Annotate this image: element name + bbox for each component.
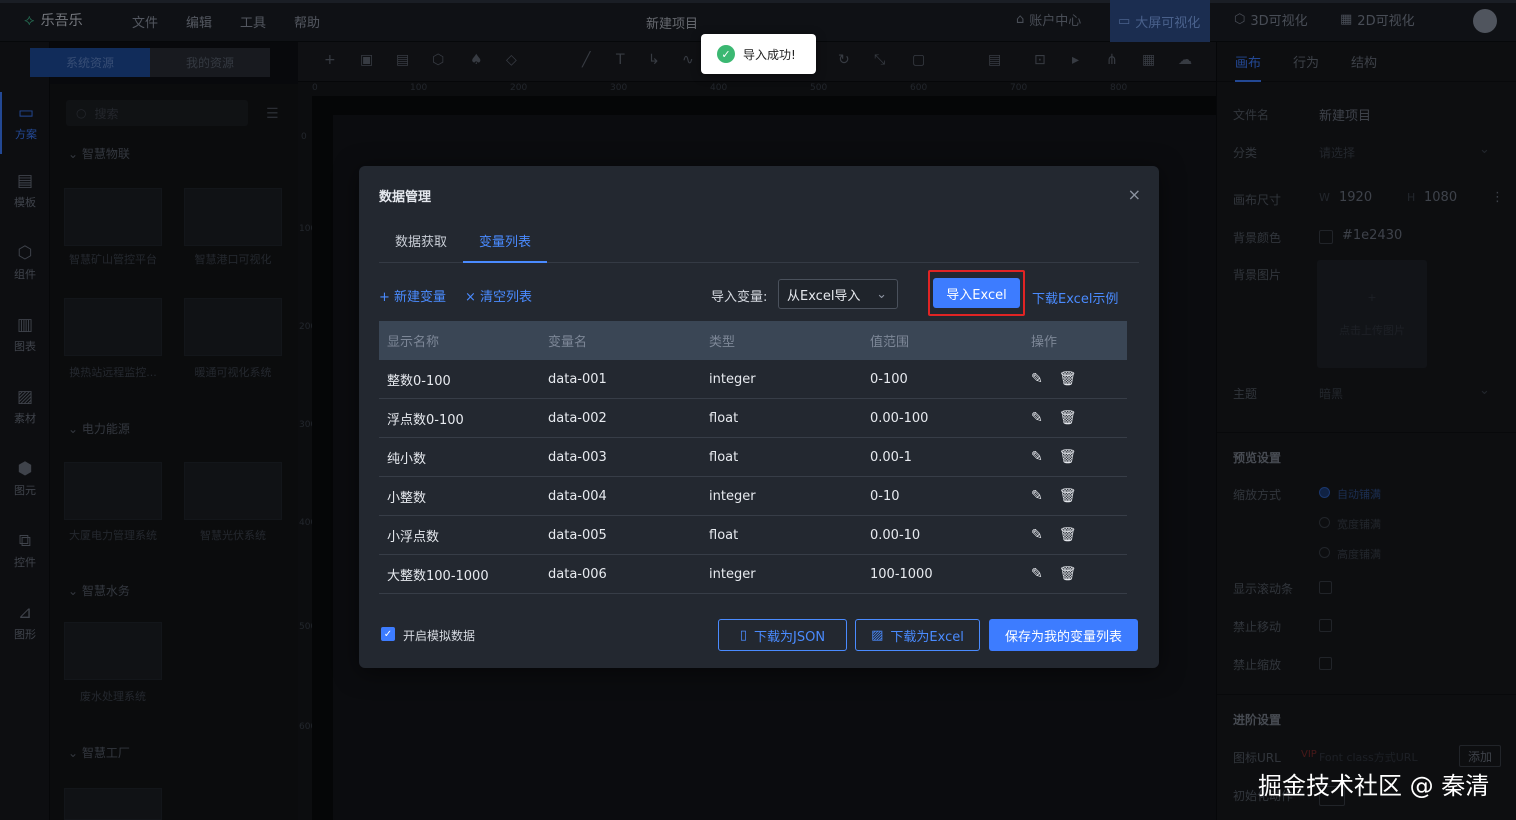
excel-file-icon: ▨ (871, 627, 884, 643)
import-source-value: 从Excel导入 (787, 288, 861, 304)
table-row: 纯小数 data-003 float 0.00-1 ✎ 🗑 (379, 438, 1127, 477)
clear-list-link[interactable]: × 清空列表 (465, 286, 532, 305)
tab-data-fetch[interactable]: 数据获取 (379, 228, 463, 263)
data-management-dialog: 数据管理 × 数据获取 变量列表 + 新建变量 × 清空列表 导入变量: 从Ex… (359, 166, 1159, 668)
cell-display-name: 纯小数 (387, 451, 427, 467)
trash-icon[interactable]: 🗑 (1059, 566, 1077, 582)
cell-actions: ✎ 🗑 (1023, 410, 1127, 426)
cell-actions: ✎ 🗑 (1023, 449, 1127, 465)
watermark: 掘金技术社区 @ 秦清 (1258, 772, 1490, 800)
download-excel-button[interactable]: ▨ 下载为Excel (855, 619, 980, 651)
cell-range: 0-10 (870, 488, 900, 504)
edit-icon[interactable]: ✎ (1031, 449, 1043, 465)
import-source-select[interactable]: 从Excel导入 ⌄ (778, 279, 898, 309)
cell-variable-name: data-004 (548, 488, 607, 504)
column-header: 类型 (709, 335, 736, 350)
table-row: 整数0-100 data-001 integer 0-100 ✎ 🗑 (379, 360, 1127, 399)
cell-range: 100-1000 (870, 566, 933, 582)
mock-data-checkbox[interactable]: ✓ (381, 627, 395, 641)
tab-variable-list[interactable]: 变量列表 (463, 228, 548, 263)
trash-icon[interactable]: 🗑 (1059, 410, 1077, 426)
cell-type: integer (709, 488, 756, 504)
success-toast: ✓ 导入成功! (701, 34, 816, 74)
close-icon[interactable]: × (1128, 185, 1141, 204)
cell-variable-name: data-002 (548, 410, 607, 426)
cell-display-name: 小浮点数 (387, 529, 440, 545)
table-row: 小整数 data-004 integer 0-10 ✎ 🗑 (379, 477, 1127, 516)
table-row: 小浮点数 data-005 float 0.00-10 ✎ 🗑 (379, 516, 1127, 555)
edit-icon[interactable]: ✎ (1031, 527, 1043, 543)
variable-table: 显示名称 变量名 类型 值范围 操作 整数0-100 data-001 inte… (379, 321, 1127, 594)
trash-icon[interactable]: 🗑 (1059, 527, 1077, 543)
edit-icon[interactable]: ✎ (1031, 410, 1043, 426)
trash-icon[interactable]: 🗑 (1059, 449, 1077, 465)
edit-icon[interactable]: ✎ (1031, 566, 1043, 582)
import-variable-label: 导入变量: (711, 290, 768, 305)
cell-display-name: 整数0-100 (387, 373, 451, 389)
check-circle-icon: ✓ (717, 45, 735, 63)
dialog-tabs: 数据获取 变量列表 (379, 228, 1139, 263)
column-header: 变量名 (548, 335, 588, 350)
cell-actions: ✎ 🗑 (1023, 488, 1127, 504)
cell-variable-name: data-003 (548, 449, 607, 465)
column-header: 值范围 (870, 335, 910, 350)
download-excel-sample-link[interactable]: 下载Excel示例 (1032, 288, 1118, 307)
cell-type: float (709, 449, 739, 465)
dialog-title: 数据管理 (379, 190, 432, 205)
button-label: 下载为JSON (754, 629, 826, 645)
import-excel-button[interactable]: 导入Excel (933, 278, 1020, 308)
cell-actions: ✎ 🗑 (1023, 371, 1127, 387)
toast-message: 导入成功! (743, 47, 796, 62)
table-row: 大整数100-1000 data-006 integer 100-1000 ✎ 🗑 (379, 555, 1127, 594)
file-icon: ▯ (739, 627, 748, 643)
cell-display-name: 小整数 (387, 490, 427, 506)
cell-variable-name: data-005 (548, 527, 607, 543)
trash-icon[interactable]: 🗑 (1059, 488, 1077, 504)
edit-icon[interactable]: ✎ (1031, 371, 1043, 387)
cell-display-name: 浮点数0-100 (387, 412, 464, 428)
cell-type: float (709, 410, 739, 426)
column-header: 操作 (1031, 335, 1058, 350)
save-variable-list-button[interactable]: 保存为我的变量列表 (989, 619, 1138, 651)
cell-range: 0.00-100 (870, 410, 929, 426)
cell-variable-name: data-006 (548, 566, 607, 582)
trash-icon[interactable]: 🗑 (1059, 371, 1077, 387)
column-header: 显示名称 (387, 335, 440, 350)
cell-actions: ✎ 🗑 (1023, 527, 1127, 543)
cell-display-name: 大整数100-1000 (387, 568, 489, 584)
cell-range: 0.00-10 (870, 527, 921, 543)
table-header: 显示名称 变量名 类型 值范围 操作 (379, 321, 1127, 360)
cell-range: 0-100 (870, 371, 908, 387)
cell-actions: ✎ 🗑 (1023, 566, 1127, 582)
edit-icon[interactable]: ✎ (1031, 488, 1043, 504)
chevron-down-icon: ⌄ (876, 286, 887, 302)
mock-data-label: 开启模拟数据 (403, 629, 476, 643)
download-json-button[interactable]: ▯ 下载为JSON (718, 619, 847, 651)
cell-range: 0.00-1 (870, 449, 912, 465)
table-row: 浮点数0-100 data-002 float 0.00-100 ✎ 🗑 (379, 399, 1127, 438)
cell-variable-name: data-001 (548, 371, 607, 387)
button-label: 下载为Excel (890, 629, 964, 645)
cell-type: integer (709, 371, 756, 387)
new-variable-link[interactable]: + 新建变量 (379, 286, 446, 305)
cell-type: integer (709, 566, 756, 582)
cell-type: float (709, 527, 739, 543)
